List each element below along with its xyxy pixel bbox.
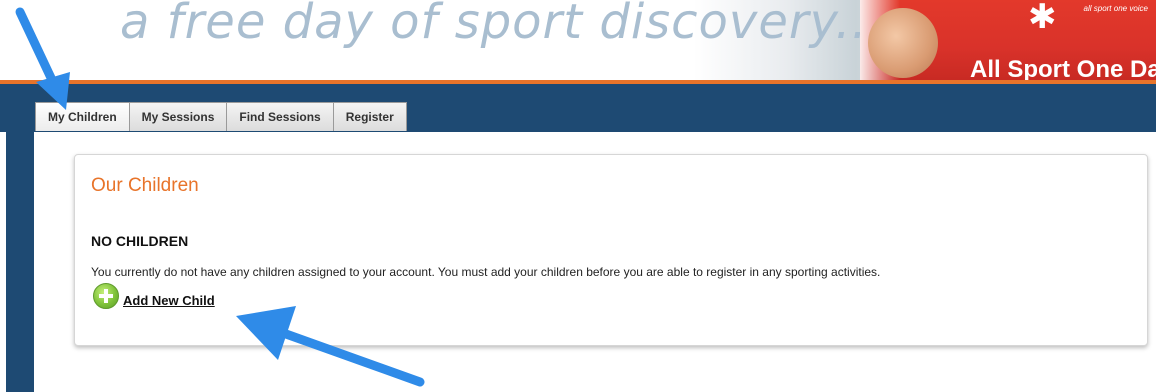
brand-small-text: all sport one voice	[1083, 4, 1148, 13]
nav-tabs: My Children My Sessions Find Sessions Re…	[35, 102, 407, 131]
annotation-arrow-bottom	[236, 306, 425, 387]
tab-my-sessions[interactable]: My Sessions	[128, 102, 228, 131]
brand-name: All Sport One Da	[970, 56, 1156, 80]
brand-logo-icon: ✱	[1028, 0, 1057, 36]
main-content: Our Children NO CHILDREN You currently d…	[34, 132, 1156, 392]
plus-circle-icon[interactable]	[93, 283, 119, 309]
left-sidebar-edge	[0, 132, 6, 392]
tab-find-sessions[interactable]: Find Sessions	[226, 102, 334, 131]
left-sidebar-strip	[0, 132, 34, 392]
photo-person	[868, 8, 938, 78]
main-navbar: My Children My Sessions Find Sessions Re…	[0, 84, 1156, 132]
annotation-arrow-top	[15, 7, 70, 110]
empty-state-heading: NO CHILDREN	[91, 233, 189, 249]
site-banner: a free day of sport discovery... ✱ all s…	[0, 0, 1156, 80]
empty-state-message: You currently do not have any children a…	[91, 265, 881, 279]
tab-register[interactable]: Register	[332, 102, 407, 131]
banner-photo: ✱ all sport one voice All Sport One Da	[860, 0, 1156, 80]
add-child-action[interactable]: Add New Child	[93, 283, 215, 309]
panel-title: Our Children	[91, 175, 199, 196]
add-new-child-link[interactable]: Add New Child	[123, 293, 215, 308]
banner-tagline: a free day of sport discovery...	[120, 0, 885, 50]
